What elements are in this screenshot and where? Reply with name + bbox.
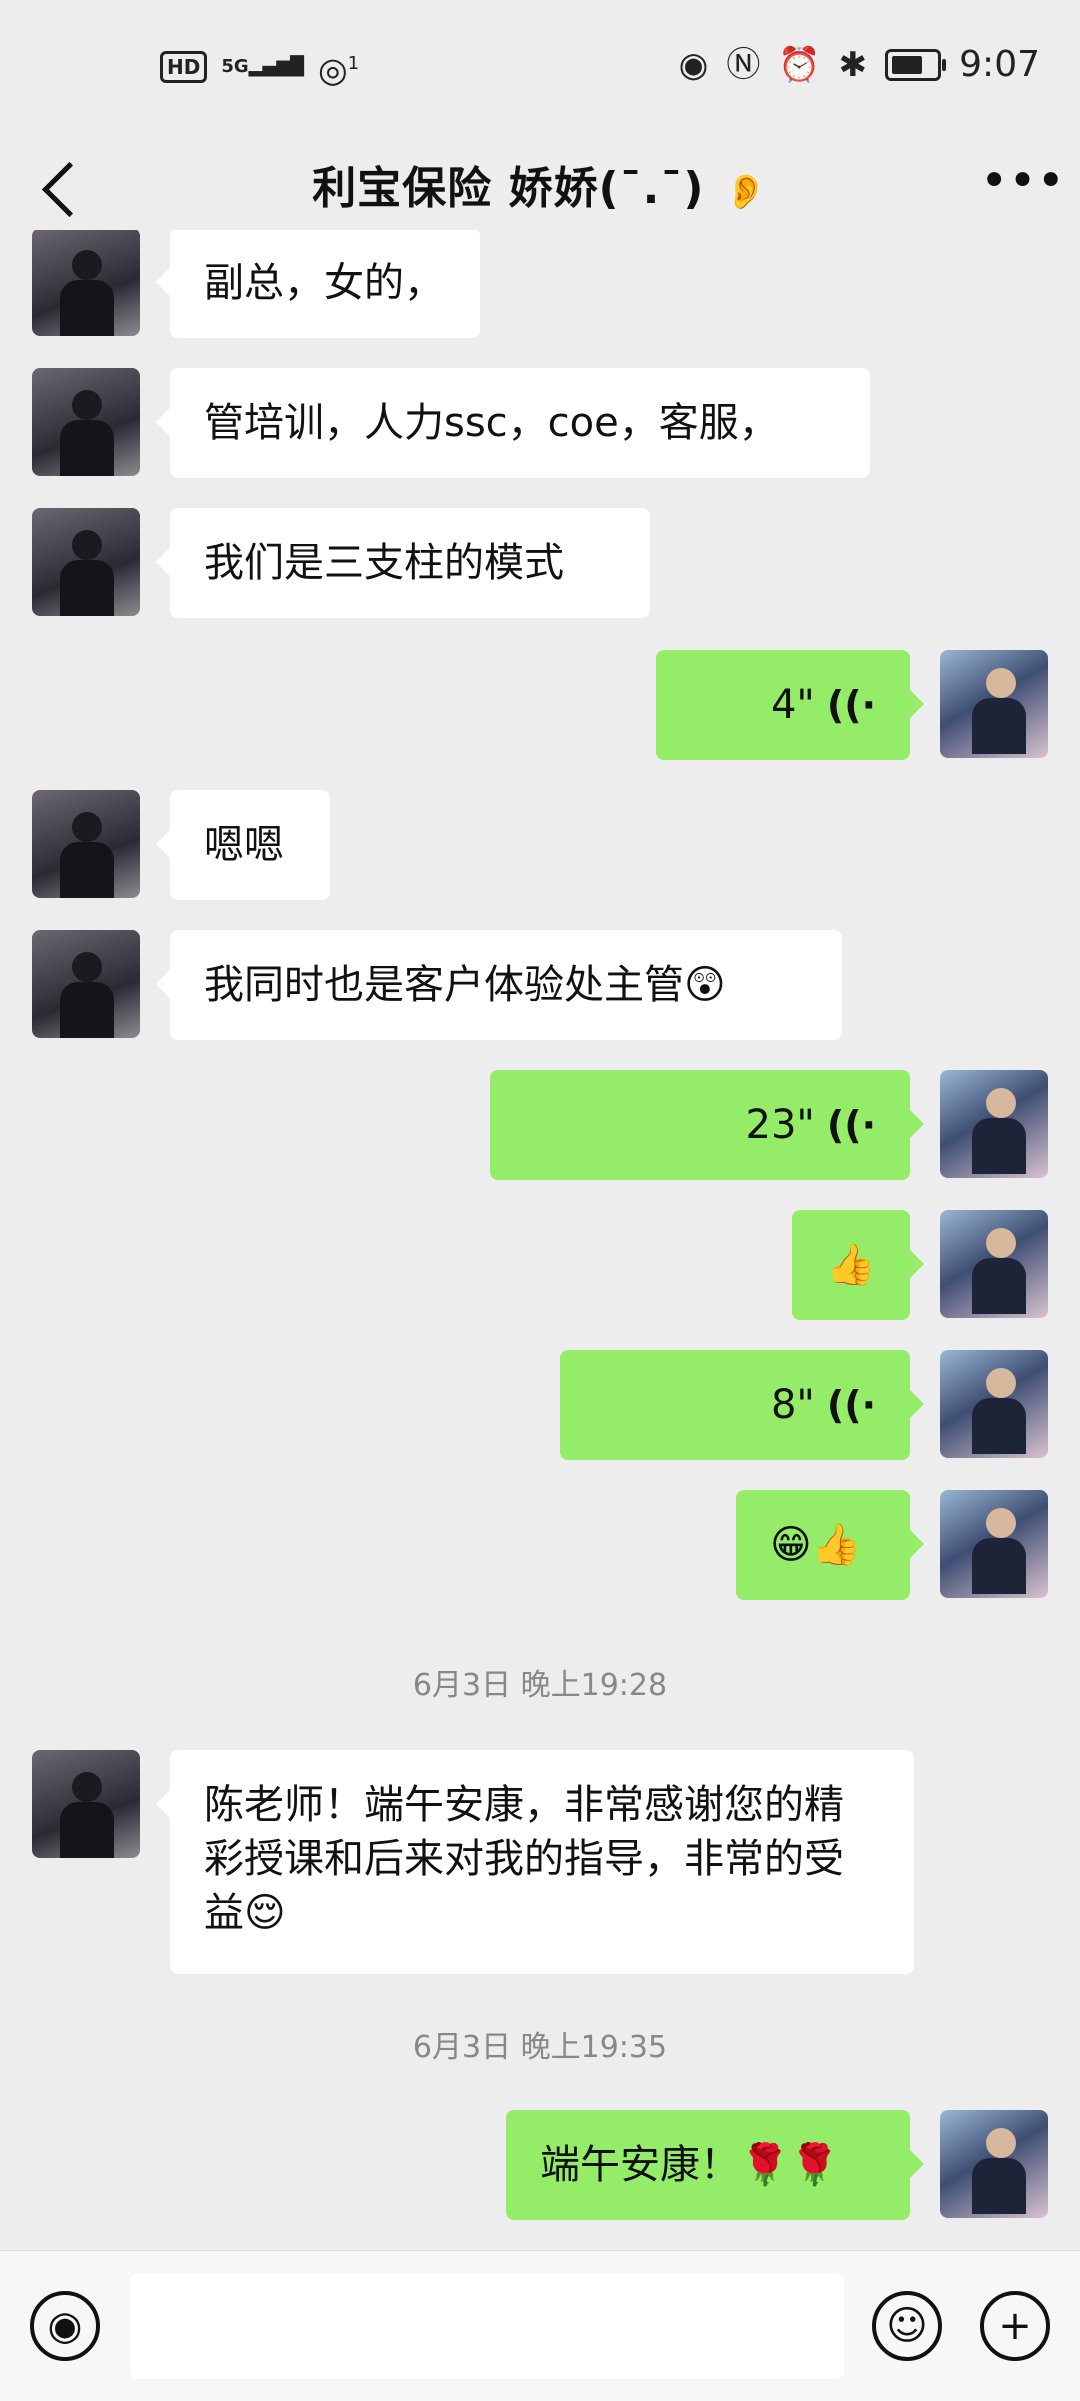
text-message-bubble[interactable]: 😁👍 [736,1490,924,1600]
emoji-glyph: ☺ [886,2303,928,2349]
alarm-icon: ⏰ [778,44,821,85]
voice-input-icon[interactable]: ◉ [30,2291,100,2361]
incoming-message: 副总，女的， [0,230,1080,338]
contact-avatar[interactable] [32,508,140,616]
wifi-hotspot-icon: ◎1 [318,50,360,91]
contact-name: 利宝保险 娇娇(¯.¯) [312,163,705,214]
eye-icon: ◉ [678,44,709,85]
contact-avatar[interactable] [32,1750,140,1858]
bluetooth-icon: ✱ [838,44,868,85]
message-text: 嗯嗯 [204,822,284,868]
message-text: 端午安康！🌹🌹 [540,2142,840,2188]
message-list[interactable]: 副总，女的， 管培训，人力ssc，coe，客服， 我们是三支柱的模式 4" ((· 嗯嗯我… [0,230,1080,2250]
battery-level [892,55,923,74]
incoming-message: 陈老师！端午安康，非常感谢您的精彩授课和后来对我的指导，非常的受益😌 [0,1750,1080,1974]
outgoing-message: 23" ((· [0,1070,1080,1180]
my-avatar[interactable] [940,1350,1048,1458]
outgoing-message: 端午安康！🌹🌹 [0,2110,1080,2220]
voice-wave-icon: ((· [826,1383,876,1427]
my-avatar[interactable] [940,650,1048,758]
voice-input-glyph: ◉ [47,2303,83,2349]
battery-icon [885,48,947,81]
input-bar: ◉ ☺ + [0,2250,1080,2401]
voice-message-bubble[interactable]: 8" ((· [560,1350,924,1460]
voice-duration: 4" [770,682,815,728]
voice-duration: 8" [770,1382,815,1428]
chat-title: 利宝保险 娇娇(¯.¯) 👂 [0,152,1080,216]
text-message-bubble[interactable]: 👍 [792,1210,924,1320]
contact-avatar[interactable] [32,930,140,1038]
signal-icon: 5G▂▄▆█ [221,56,305,78]
plus-glyph: + [998,2303,1032,2349]
message-text: 我同时也是客户体验处主管😲 [204,962,726,1008]
text-message-bubble[interactable]: 我同时也是客户体验处主管😲 [156,930,842,1040]
voice-message-bubble[interactable]: 23" ((· [490,1070,924,1180]
outgoing-message: 4" ((· [0,650,1080,760]
clock: 9:07 [959,44,1040,85]
contact-avatar[interactable] [32,230,140,336]
message-text: 👍 [826,1242,876,1288]
incoming-message: 嗯嗯 [0,790,1080,900]
text-message-bubble[interactable]: 我们是三支柱的模式 [156,508,650,618]
text-message-bubble[interactable]: 管培训，人力ssc，coe，客服， [156,368,870,478]
incoming-message: 我们是三支柱的模式 [0,508,1080,618]
hotspot-count: 1 [347,53,360,74]
more-dots-icon[interactable]: ••• [980,157,1065,216]
contact-avatar[interactable] [32,790,140,898]
my-avatar[interactable] [940,1490,1048,1598]
plus-icon[interactable]: + [980,2291,1050,2361]
voice-wave-icon: ((· [826,1103,876,1147]
hd-icon: HD [160,51,208,84]
my-avatar[interactable] [940,1210,1048,1318]
ear-icon: 👂 [724,172,768,212]
incoming-message: 管培训，人力ssc，coe，客服， [0,368,1080,478]
text-message-bubble[interactable]: 端午安康！🌹🌹 [506,2110,924,2220]
voice-duration: 23" [745,1102,815,1148]
timestamp: 6月3日 晚上19:35 [412,2030,668,2065]
status-bar: HD 5G▂▄▆█ ◎1 ◉ Ⓝ ⏰ ✱ 9:07 [0,0,1080,130]
network-type-label: 5G [221,56,249,78]
message-text: 😁👍 [770,1522,862,1568]
outgoing-message: 8" ((· [0,1350,1080,1460]
incoming-message: 我同时也是客户体验处主管😲 [0,930,1080,1040]
message-text: 我们是三支柱的模式 [204,540,564,586]
outgoing-message: 😁👍 [0,1490,1080,1600]
voice-message-bubble[interactable]: 4" ((· [656,650,924,760]
message-text: 副总，女的， [204,260,444,306]
my-avatar[interactable] [940,2110,1048,2218]
text-message-bubble[interactable]: 陈老师！端午安康，非常感谢您的精彩授课和后来对我的指导，非常的受益😌 [156,1750,914,1974]
nfc-icon: Ⓝ [726,44,761,85]
emoji-icon[interactable]: ☺ [872,2291,942,2361]
voice-wave-icon: ((· [826,683,876,727]
text-message-bubble[interactable]: 副总，女的， [156,230,480,338]
contact-avatar[interactable] [32,368,140,476]
text-message-bubble[interactable]: 嗯嗯 [156,790,330,900]
timestamp: 6月3日 晚上19:28 [412,1668,668,1703]
my-avatar[interactable] [940,1070,1048,1178]
message-text: 陈老师！端午安康，非常感谢您的精彩授课和后来对我的指导，非常的受益😌 [204,1782,844,1936]
message-input[interactable] [130,2273,844,2379]
message-text: 管培训，人力ssc，coe，客服， [204,400,779,446]
outgoing-message: 👍 [0,1210,1080,1320]
